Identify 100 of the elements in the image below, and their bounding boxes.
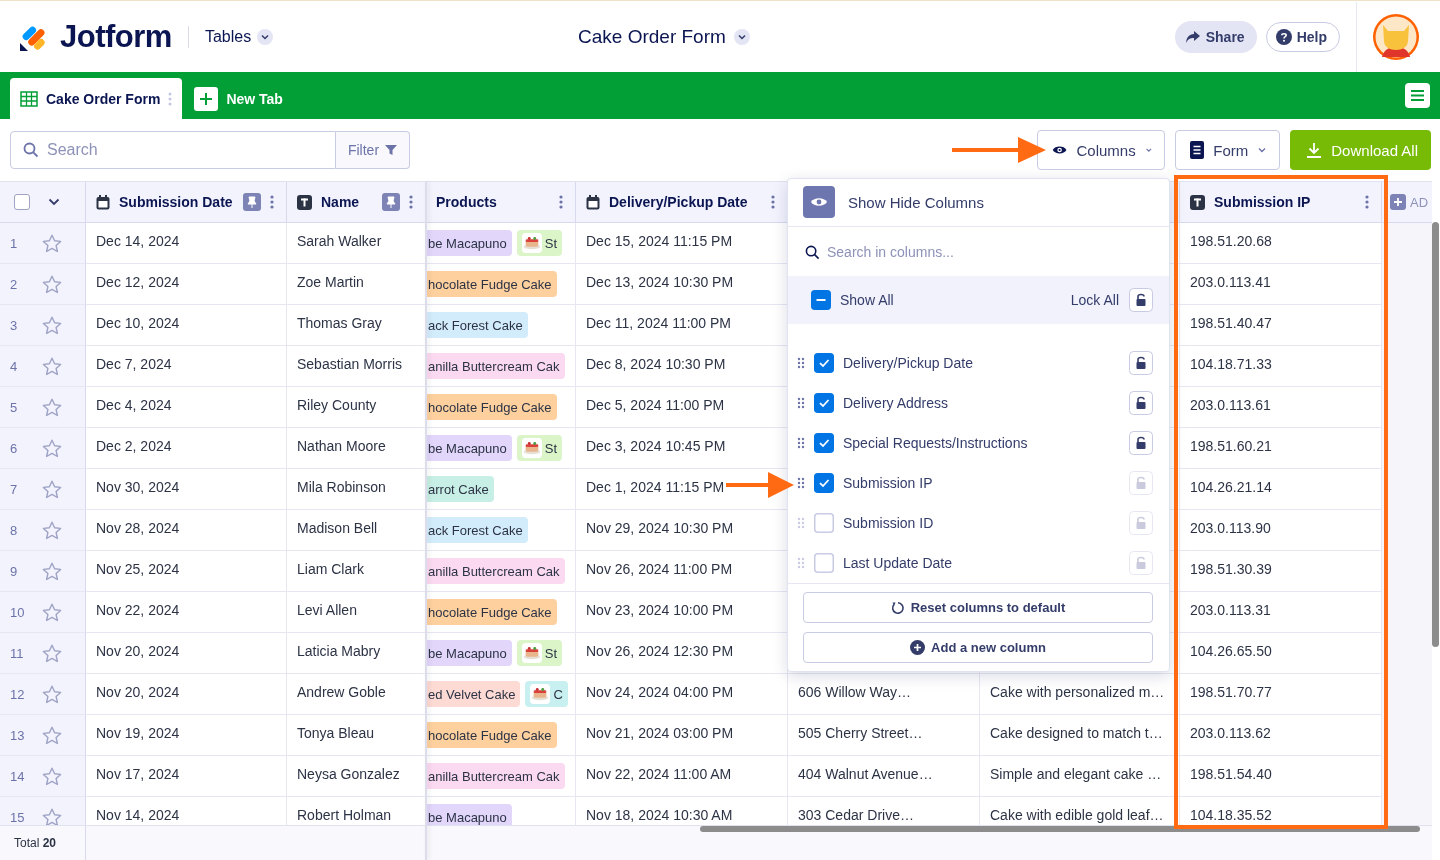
more-options-icon[interactable] (1365, 194, 1369, 210)
more-options-icon[interactable] (270, 194, 274, 210)
table-cell: Nov 28, 2024 (86, 510, 287, 551)
show-all-label: Show All (840, 292, 895, 309)
lock-icon[interactable] (1129, 391, 1153, 415)
table-icon (20, 90, 38, 107)
table-cell: 203.0.113.62 (1180, 715, 1382, 756)
lock-icon[interactable] (1129, 351, 1153, 375)
drag-handle-icon[interactable] (797, 557, 805, 569)
product-tag: St (516, 640, 563, 666)
row-number: 4 (10, 358, 19, 374)
chevron-down-icon[interactable] (257, 28, 274, 45)
star-icon[interactable] (42, 520, 62, 540)
tab[interactable]: Cake Order Form (10, 78, 183, 119)
column-name: Delivery/Pickup Date (843, 355, 974, 371)
pin-icon[interactable] (243, 193, 261, 211)
column-checkbox[interactable] (814, 553, 834, 573)
star-icon[interactable] (42, 397, 62, 417)
share-button[interactable]: Share (1174, 20, 1257, 53)
table-cell: Dec 15, 2024 11:15 PM (576, 223, 788, 264)
reset-icon (890, 600, 905, 615)
table-cell: Dec 11, 2024 11:00 PM (576, 305, 788, 346)
product-tag: hocolate Fudge Cake (426, 599, 557, 625)
lock-icon[interactable] (1129, 288, 1153, 313)
row-number: 1 (10, 235, 19, 251)
table-cell: 104.18.71.33 (1180, 346, 1382, 387)
column-checkbox[interactable] (814, 393, 834, 413)
search-field[interactable]: Search (10, 131, 336, 169)
star-icon[interactable] (42, 438, 62, 458)
star-icon[interactable] (42, 684, 62, 704)
filter-icon (385, 144, 398, 156)
table-cell: Dec 1, 2024 11:15 PM (576, 469, 788, 510)
lock-icon[interactable] (1129, 431, 1153, 455)
star-icon[interactable] (42, 233, 62, 253)
chevron-down-icon[interactable] (733, 28, 750, 45)
star-icon[interactable] (42, 725, 62, 745)
form-title[interactable]: Cake Order Form (578, 25, 750, 48)
product-tag: hocolate Fudge Cake (426, 271, 557, 297)
star-icon[interactable] (42, 315, 62, 335)
more-options-icon[interactable] (559, 194, 563, 210)
star-icon[interactable] (42, 643, 62, 663)
star-icon[interactable] (42, 807, 62, 825)
share-icon (1184, 29, 1201, 44)
plus-icon (1390, 194, 1406, 210)
star-icon[interactable] (42, 479, 62, 499)
chevron-down-icon[interactable] (48, 198, 60, 206)
table-cell: 104.26.65.50 (1180, 633, 1382, 674)
total-count: Total 20 (14, 836, 57, 850)
product-tag: ack Forest Cake (426, 517, 528, 543)
pin-icon[interactable] (382, 193, 400, 211)
annotation-arrow (726, 472, 794, 498)
app-menu[interactable]: Tables (204, 27, 274, 46)
product-tag: ed Velvet Cake (426, 681, 521, 707)
table-cell: 198.51.40.47 (1180, 305, 1382, 346)
column-name: Last Update Date (843, 555, 953, 571)
download-icon (1306, 142, 1323, 158)
horizontal-scrollbar[interactable] (700, 826, 1420, 832)
new-tab-button[interactable]: New Tab (194, 78, 283, 119)
drag-handle-icon[interactable] (797, 357, 805, 369)
row-number: 2 (10, 276, 19, 292)
product-tag: ack Forest Cake (426, 312, 528, 338)
filter-button[interactable]: Filter (336, 131, 410, 169)
show-all-checkbox[interactable] (811, 290, 831, 311)
table-cell: Simple and elegant cake … (980, 756, 1180, 797)
column-checkbox[interactable] (814, 513, 834, 533)
star-icon[interactable] (42, 561, 62, 581)
drag-handle-icon[interactable] (797, 517, 805, 529)
column-checkbox[interactable] (814, 473, 834, 493)
column-checkbox[interactable] (814, 433, 834, 453)
star-icon[interactable] (42, 602, 62, 622)
reset-columns-button[interactable]: Reset columns to default (803, 592, 1153, 623)
drag-handle-icon[interactable] (797, 477, 805, 489)
more-options-icon[interactable] (409, 194, 413, 210)
avatar[interactable] (1372, 12, 1420, 61)
star-icon[interactable] (42, 766, 62, 786)
star-icon[interactable] (42, 356, 62, 376)
drag-handle-icon[interactable] (797, 437, 805, 449)
table-cell: 203.0.113.61 (1180, 387, 1382, 428)
star-icon[interactable] (42, 274, 62, 294)
menu-icon[interactable] (1405, 83, 1430, 108)
column-header[interactable]: Submission Date (86, 182, 287, 222)
table-cell: Nov 20, 2024 (86, 674, 287, 715)
more-options-icon[interactable] (771, 194, 775, 210)
logo-text: Jotform (60, 18, 172, 55)
table-cell: Nov 26, 2024 12:30 PM (576, 633, 788, 674)
table-cell: Dec 3, 2024 10:45 PM (576, 428, 788, 469)
column-title: Products (436, 194, 498, 210)
select-all-checkbox[interactable] (14, 194, 30, 210)
add-column-button[interactable]: Add a new column (803, 632, 1153, 663)
row-number: 8 (10, 522, 19, 538)
table-cell: 303 Cedar Drive… (788, 797, 980, 825)
table-cell: Tonya Bleau (287, 715, 426, 756)
table-cell: Neysa Gonzalez (287, 756, 426, 797)
vertical-scrollbar[interactable] (1432, 222, 1439, 647)
product-tag: St (516, 435, 563, 461)
column-checkbox[interactable] (814, 353, 834, 373)
row-number: 11 (10, 645, 25, 661)
form-button[interactable]: Form (1175, 130, 1281, 170)
drag-handle-icon[interactable] (797, 397, 805, 409)
table-cell: Dec 13, 2024 10:30 PM (576, 264, 788, 305)
